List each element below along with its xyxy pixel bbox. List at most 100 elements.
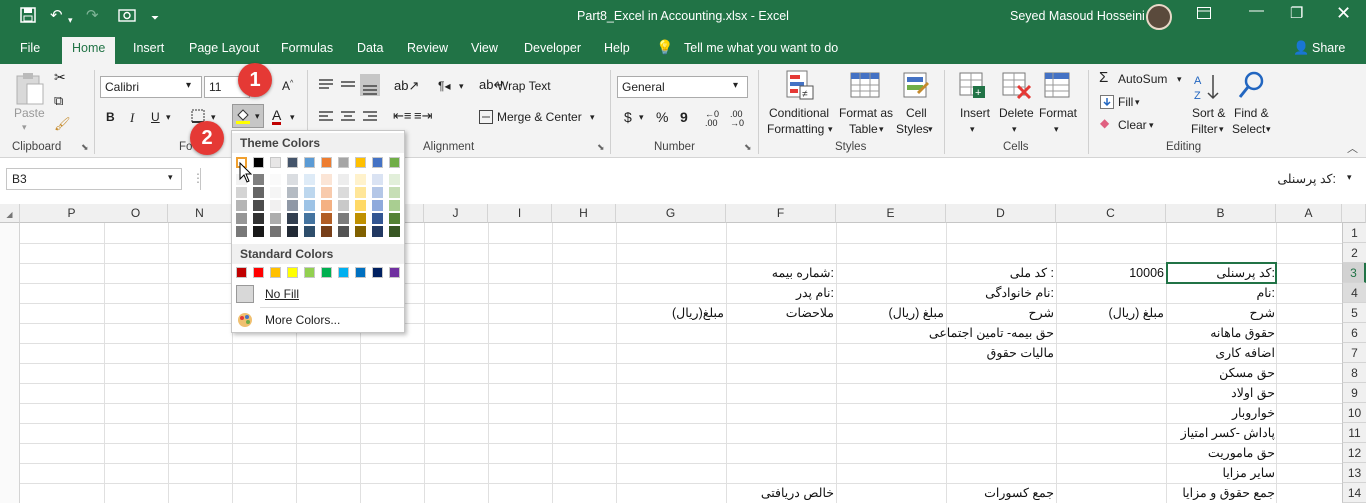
theme-color-shade-swatch[interactable] (355, 213, 366, 224)
clear-dropdown-icon[interactable]: ▾ (1149, 120, 1154, 131)
column-header-b[interactable]: B (1166, 204, 1276, 223)
theme-color-shade-swatch[interactable] (389, 187, 400, 198)
tab-help[interactable]: Help (604, 41, 630, 55)
row-header-11[interactable]: 11 (1342, 423, 1366, 443)
standard-color-swatch[interactable] (338, 267, 349, 278)
cell-b7[interactable]: اضافه کاری (1169, 343, 1275, 363)
cell-g5[interactable]: مبلغ(ریال) (619, 303, 724, 323)
insert-cells-icon[interactable]: + (959, 72, 987, 103)
standard-color-swatch[interactable] (287, 267, 298, 278)
theme-color-swatch[interactable] (338, 157, 349, 168)
merge-dropdown-icon[interactable]: ▾ (590, 112, 595, 123)
column-header-d[interactable]: D (946, 204, 1056, 223)
insert-dropdown-icon[interactable]: ▾ (970, 124, 975, 135)
clear-button[interactable]: Clear (1118, 118, 1147, 132)
currency-dropdown-icon[interactable]: ▾ (639, 112, 644, 123)
find-select-label2[interactable]: Select (1232, 122, 1265, 136)
paste-icon[interactable] (15, 72, 45, 109)
row-header-8[interactable]: 8 (1342, 363, 1366, 383)
theme-color-shade-swatch[interactable] (321, 174, 332, 185)
row-header-9[interactable]: 9 (1342, 383, 1366, 403)
delete-cells-button[interactable]: Delete (999, 106, 1034, 120)
theme-color-shade-swatch[interactable] (304, 200, 315, 211)
cell-b12[interactable]: حق ماموریت (1169, 443, 1275, 463)
theme-color-shade-swatch[interactable] (287, 226, 298, 237)
font-color-icon[interactable]: A (272, 108, 282, 125)
decrease-indent-icon[interactable]: ⇤≡ (393, 108, 411, 124)
conditional-formatting-label[interactable]: Conditional (769, 106, 829, 120)
tab-review[interactable]: Review (407, 41, 448, 55)
cell-b8[interactable]: حق مسکن (1169, 363, 1275, 383)
alignment-launcher-icon[interactable]: ⬊ (597, 142, 605, 153)
format-as-table-dropdown-icon[interactable]: ▾ (879, 124, 884, 135)
conditional-formatting-label2[interactable]: Formatting (767, 122, 824, 136)
paste-label[interactable]: Paste (14, 106, 45, 120)
standard-color-swatch[interactable] (389, 267, 400, 278)
collapse-ribbon-icon[interactable]: ︿ (1347, 140, 1358, 156)
theme-color-shade-swatch[interactable] (270, 200, 281, 211)
autosum-dropdown-icon[interactable]: ▾ (1177, 74, 1182, 85)
cell-b4[interactable]: نام: (1169, 283, 1275, 303)
theme-color-shade-swatch[interactable] (372, 187, 383, 198)
cell-d7[interactable]: مالیات حقوق (949, 343, 1054, 363)
comma-icon[interactable]: 9 (680, 109, 688, 125)
align-middle-icon[interactable] (340, 78, 356, 95)
italic-button[interactable]: I (130, 110, 134, 126)
fill-bucket-icon[interactable] (235, 108, 251, 127)
font-name-dropdown-icon[interactable]: ▾ (186, 80, 191, 91)
worksheet-grid[interactable]: ◢ P O N M L K J I H G F E D C B A 1 2 3 … (0, 204, 1366, 503)
find-select-icon[interactable] (1237, 70, 1267, 105)
cell-d3[interactable]: کد ملی : (949, 263, 1054, 283)
theme-color-shade-swatch[interactable] (236, 226, 247, 237)
cell-c3[interactable]: 10006 (1059, 263, 1164, 283)
fill-down-icon[interactable] (1100, 95, 1114, 112)
underline-button[interactable]: U (151, 110, 160, 124)
row-header-7[interactable]: 7 (1342, 343, 1366, 363)
column-header-f[interactable]: F (726, 204, 836, 223)
format-painter-icon[interactable]: 🖌 (54, 116, 71, 132)
no-fill-icon[interactable] (236, 285, 254, 303)
column-header-e[interactable]: E (836, 204, 946, 223)
standard-color-swatch[interactable] (355, 267, 366, 278)
theme-color-shade-swatch[interactable] (253, 226, 264, 237)
number-format-box[interactable]: General (617, 76, 748, 98)
standard-color-swatch[interactable] (304, 267, 315, 278)
standard-color-swatch[interactable] (253, 267, 264, 278)
column-header-n[interactable]: N (168, 204, 232, 223)
increase-font-icon[interactable]: A^ (282, 79, 293, 93)
column-header-h[interactable]: H (552, 204, 616, 223)
theme-color-swatch[interactable] (287, 157, 298, 168)
cell-b6[interactable]: حقوق ماهانه (1169, 323, 1275, 343)
cell-c5[interactable]: مبلغ (ریال) (1059, 303, 1164, 323)
rtl-icon[interactable]: ¶◂ (438, 79, 450, 93)
column-header-i[interactable]: I (488, 204, 552, 223)
merge-center-icon[interactable] (479, 110, 493, 127)
theme-color-swatch[interactable] (270, 157, 281, 168)
align-bottom-icon[interactable] (360, 74, 380, 96)
theme-color-shade-swatch[interactable] (338, 187, 349, 198)
cell-d4[interactable]: نام خانوادگی: (949, 283, 1054, 303)
format-as-table-label[interactable]: Format as (839, 106, 893, 120)
theme-color-shade-swatch[interactable] (287, 187, 298, 198)
theme-color-shade-swatch[interactable] (338, 174, 349, 185)
theme-color-shade-swatch[interactable] (338, 200, 349, 211)
row-header-13[interactable]: 13 (1342, 463, 1366, 483)
cell-b9[interactable]: حق اولاد (1169, 383, 1275, 403)
theme-color-shade-swatch[interactable] (304, 213, 315, 224)
theme-color-shade-swatch[interactable] (321, 200, 332, 211)
column-header-c[interactable]: C (1056, 204, 1166, 223)
rtl-dropdown-icon[interactable]: ▾ (459, 81, 464, 92)
standard-color-swatch[interactable] (236, 267, 247, 278)
theme-color-shade-swatch[interactable] (372, 226, 383, 237)
column-header-j[interactable]: J (424, 204, 488, 223)
wrap-text-button[interactable]: Wrap Text (497, 79, 551, 93)
theme-color-shade-swatch[interactable] (321, 213, 332, 224)
name-box[interactable]: B3 (6, 168, 182, 190)
standard-color-swatch[interactable] (321, 267, 332, 278)
theme-color-shade-swatch[interactable] (270, 226, 281, 237)
restore-icon[interactable]: ❐ (1290, 4, 1303, 22)
theme-color-shade-swatch[interactable] (253, 187, 264, 198)
sort-filter-icon[interactable]: AZ (1193, 72, 1223, 105)
theme-color-shade-swatch[interactable] (355, 187, 366, 198)
theme-color-shade-swatch[interactable] (355, 226, 366, 237)
